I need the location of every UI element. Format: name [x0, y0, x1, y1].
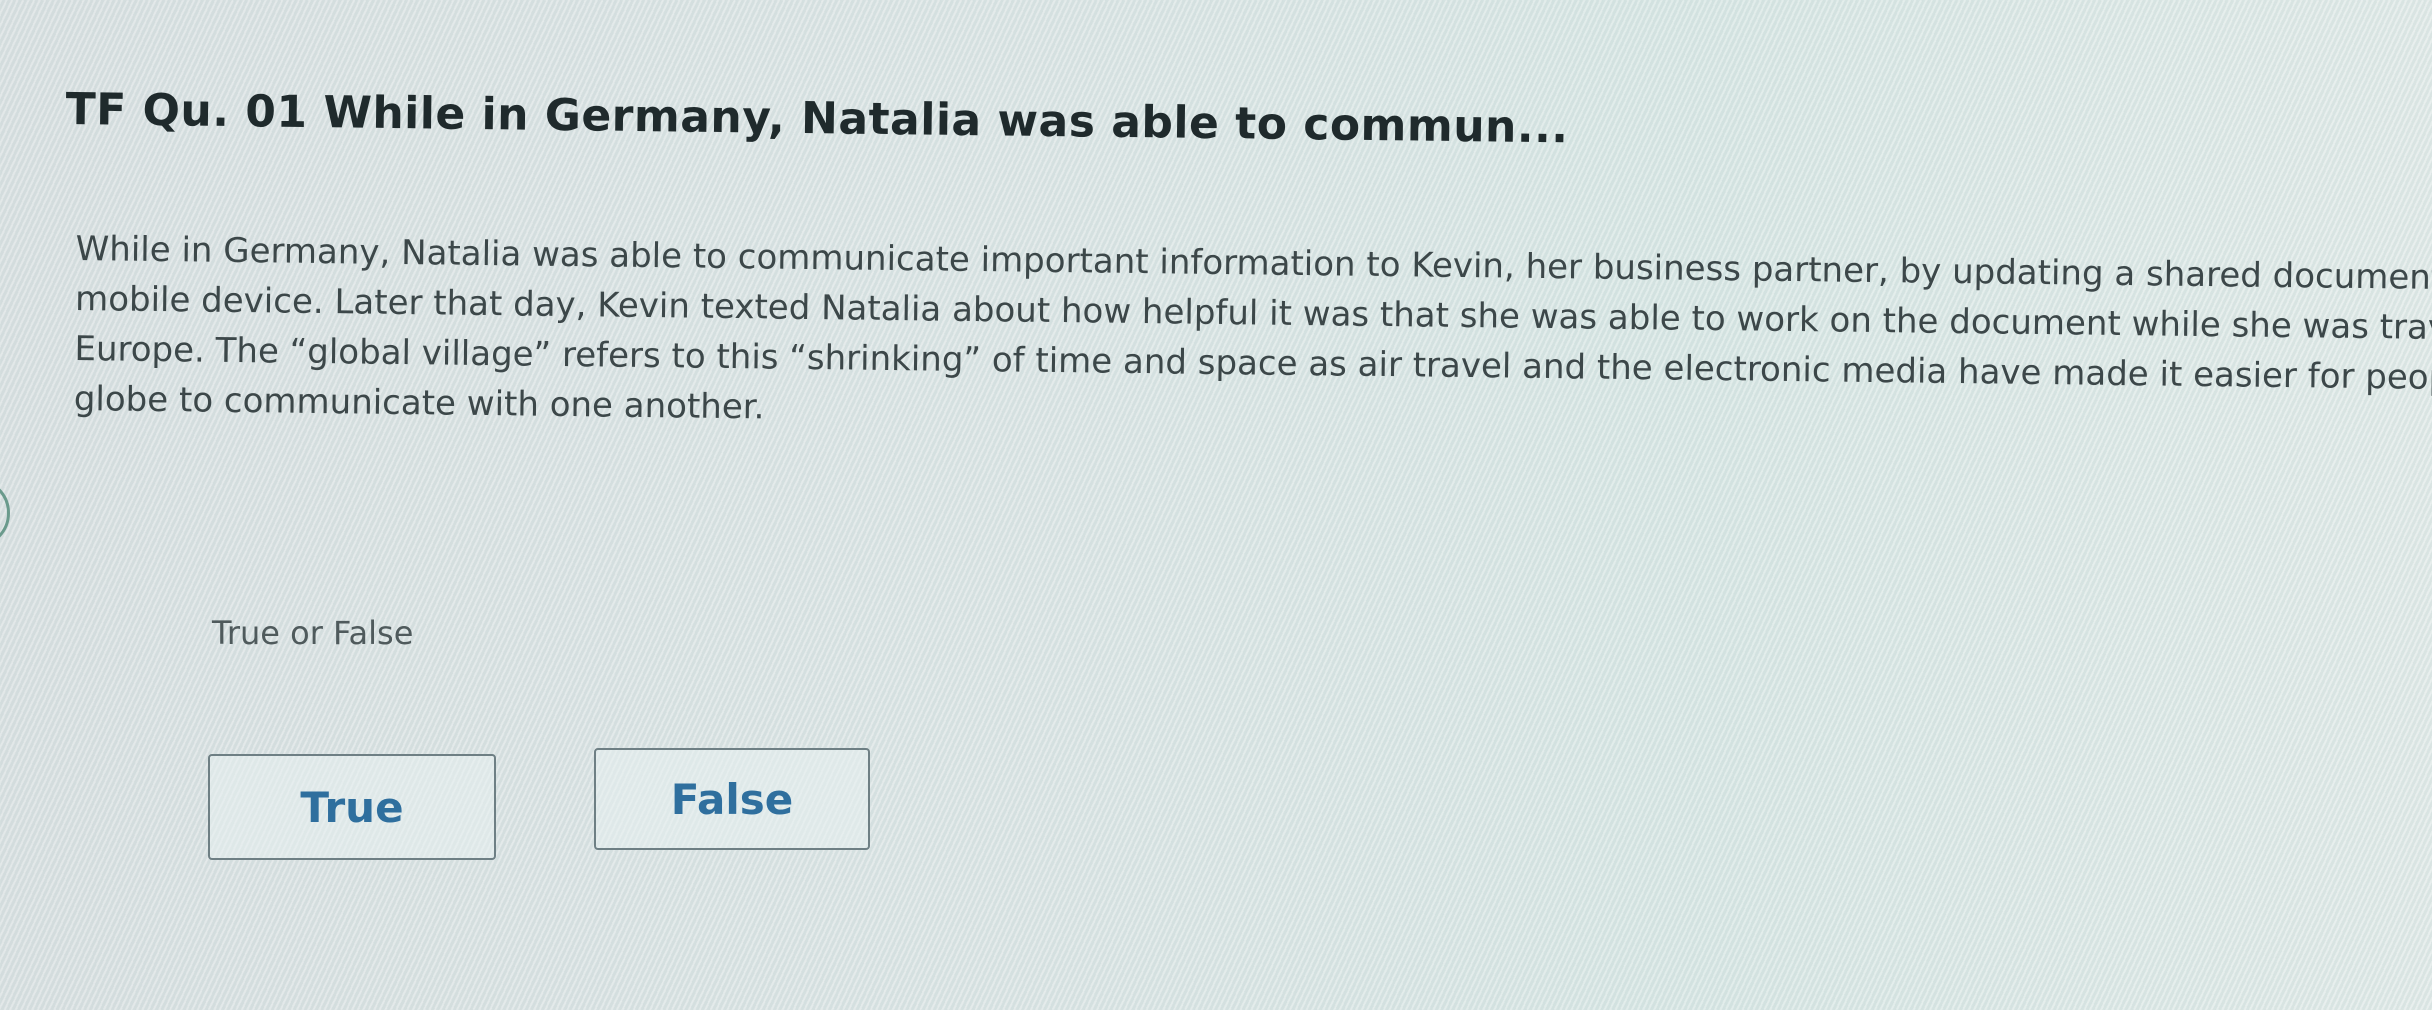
answer-prompt: True or False: [212, 614, 414, 652]
false-button[interactable]: False: [594, 748, 870, 850]
edge-decoration: [0, 478, 10, 548]
question-title: TF Qu. 01 While in Germany, Natalia was …: [65, 84, 1569, 154]
true-button[interactable]: True: [208, 754, 496, 860]
question-body: While in Germany, Natalia was able to co…: [74, 224, 2432, 455]
